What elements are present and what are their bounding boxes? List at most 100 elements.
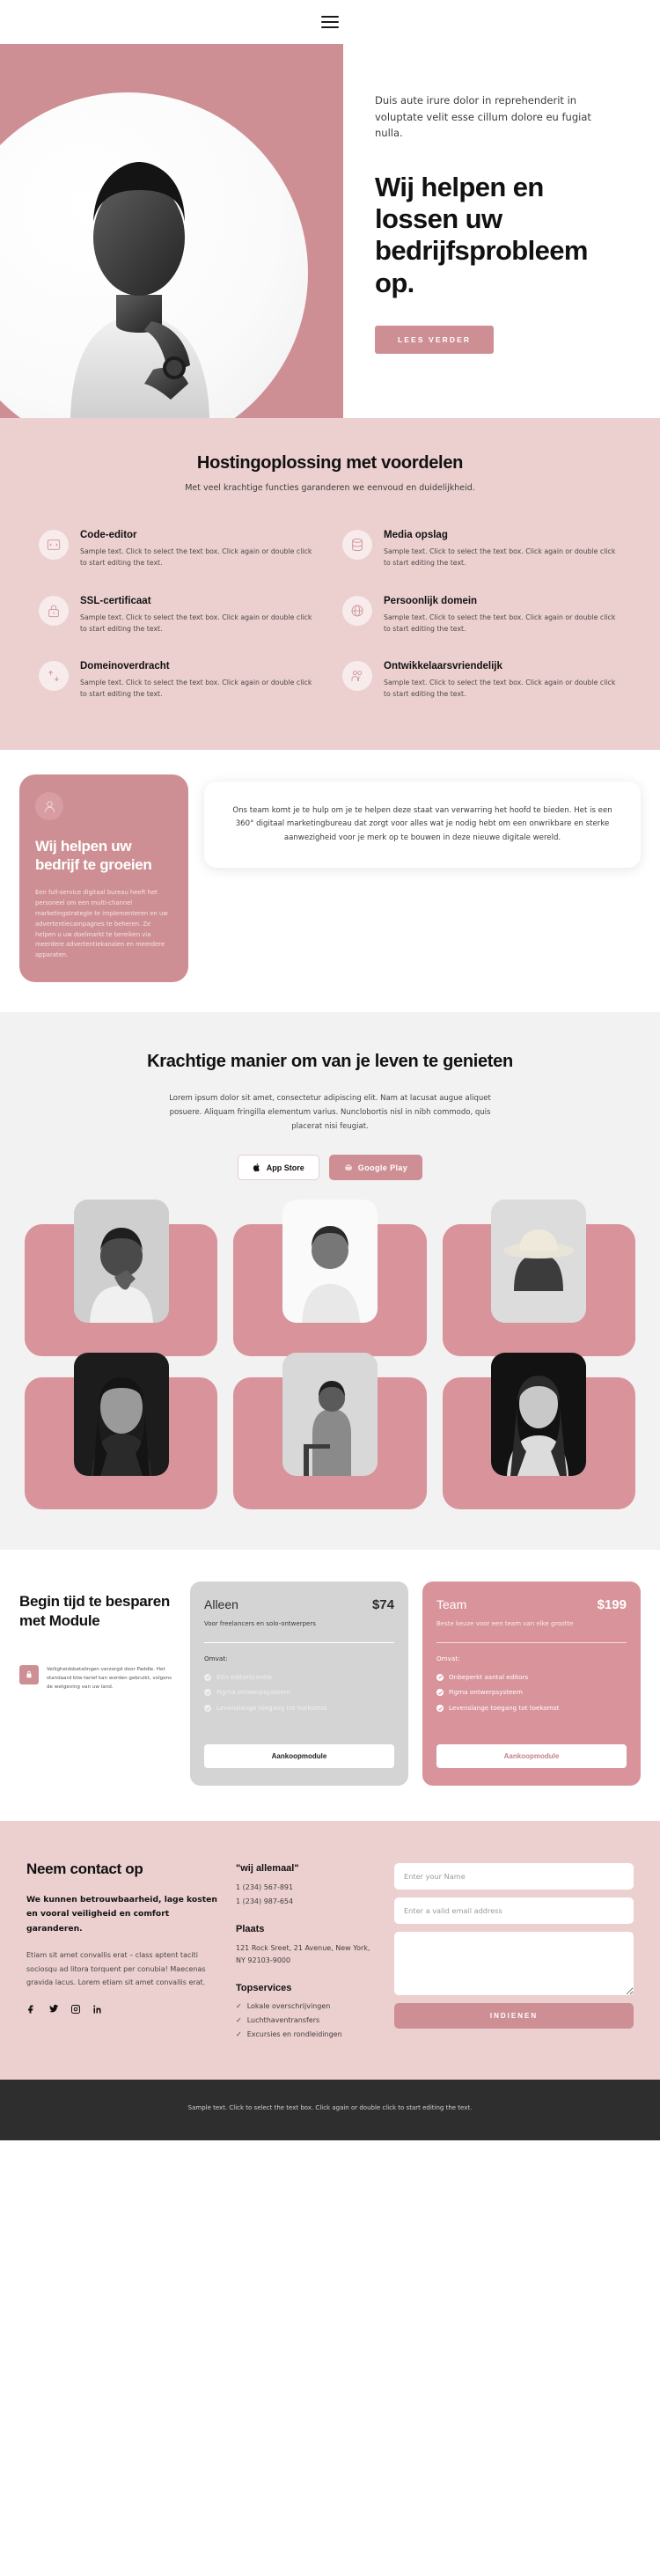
check-icon <box>204 1673 211 1681</box>
plan-purchase-button[interactable]: Aankoopmodule <box>204 1744 394 1769</box>
team-member-card[interactable]: Nina Hudson Ontwerper <box>25 1353 218 1510</box>
grow-card: Wij helpen uw bedrijf te groeien Een ful… <box>19 774 188 983</box>
apple-icon <box>253 1163 260 1172</box>
plan-feature-label: Onbeperkt aantal editors <box>449 1672 529 1681</box>
code-icon <box>39 530 69 560</box>
social-links <box>26 2004 218 2015</box>
grow-title: Wij helpen uw bedrijf te groeien <box>35 838 152 873</box>
divider <box>436 1641 627 1643</box>
plan-includes-label: Omvat: <box>436 1654 460 1662</box>
plan-feature: Figma ontwerpsysteem <box>204 1688 394 1698</box>
user-avatar-icon <box>35 792 63 821</box>
facebook-icon[interactable] <box>26 2004 37 2015</box>
plan-purchase-button[interactable]: Aankoopmodule <box>436 1744 627 1769</box>
app-store-label: App Store <box>266 1163 304 1172</box>
team-member-card[interactable]: Adam Jonson Ontwikkelaar <box>25 1200 218 1357</box>
feature-body: Sample text. Click to select the text bo… <box>384 679 616 699</box>
feature-item[interactable]: Media opslag Sample text. Click to selec… <box>342 530 621 569</box>
plan-feature-label: Levenslange toegang tot toekomst <box>216 1704 327 1713</box>
check-icon <box>436 1673 444 1681</box>
hero-portrait-photo <box>19 106 257 418</box>
feature-title: SSL-certificaat <box>80 595 151 606</box>
twitter-icon[interactable] <box>48 2004 59 2015</box>
check-icon <box>436 1689 444 1697</box>
plan-price: $199 <box>597 1597 627 1613</box>
team-member-card[interactable]: Trouw met Hudson Ontwerper <box>442 1200 635 1357</box>
address-text: 121 Rock Sreet, 21 Avenue, New York, NY … <box>236 1944 370 1965</box>
person-photo-icon <box>491 1353 587 1477</box>
lock-icon <box>39 595 69 626</box>
plan-header: Team $199 <box>436 1597 627 1612</box>
message-field[interactable] <box>394 1932 634 1996</box>
phone-number-1[interactable]: 1 (234) 567-891 <box>236 1882 377 1894</box>
feature-title: Ontwikkelaarsvriendelijk <box>384 661 502 672</box>
feature-body: Sample text. Click to select the text bo… <box>80 547 312 567</box>
email-field[interactable] <box>394 1897 634 1925</box>
service-item: ✓ Excursies en rondleidingen <box>236 2029 377 2040</box>
enjoy-title: Krachtige manier om van je leven te geni… <box>147 1052 513 1072</box>
team-member-card[interactable]: Nicole Scavo Manager <box>442 1353 635 1510</box>
feature-item[interactable]: Code-editor Sample text. Click to select… <box>39 530 318 569</box>
avatar <box>73 1200 169 1324</box>
hero-cta-button[interactable]: Lees verder <box>375 325 495 354</box>
pricing-intro: Begin tijd te besparen met Module Veilig… <box>19 1582 176 1692</box>
features-subtitle: Met veel krachtige functies garanderen w… <box>185 483 475 493</box>
hamburger-menu-icon[interactable] <box>321 16 339 28</box>
instagram-icon[interactable] <box>70 2004 81 2015</box>
globe-icon <box>342 595 372 626</box>
avatar <box>282 1200 378 1324</box>
hero-headline: Wij helpen en lossen uw bedrijfsprobleem… <box>375 171 589 298</box>
feature-title: Persoonlijk domein <box>384 595 478 606</box>
grow-quote-card: Ons team komt je te hulp om je te helpen… <box>204 782 641 869</box>
person-photo-icon <box>282 1200 378 1324</box>
service-label: Excursies en rondleidingen <box>246 2029 342 2038</box>
plan-feature-label: Levenslange toegang tot toekomst <box>449 1704 560 1713</box>
grow-quote-text: Ons team komt je te hulp om je te helpen… <box>232 806 612 842</box>
transfer-icon <box>39 661 69 692</box>
bottom-bar: Sample text. Click to select the text bo… <box>0 2080 660 2140</box>
name-field[interactable] <box>394 1863 634 1890</box>
feature-item[interactable]: Persoonlijk domein Sample text. Click to… <box>342 595 621 635</box>
features-section: Hostingoplossing met voordelen Met veel … <box>0 418 660 751</box>
grow-section: Wij helpen uw bedrijf te groeien Een ful… <box>0 750 660 1013</box>
feature-title: Media opslag <box>384 530 448 540</box>
services-title: Topservices <box>236 1983 292 1994</box>
landing-page: Duis aute irure dolor in reprehenderit i… <box>0 0 660 2140</box>
enjoy-section: Krachtige manier om van je leven te geni… <box>0 1012 660 1216</box>
feature-body: Sample text. Click to select the text bo… <box>384 547 616 567</box>
contact-title: Neem contact op <box>26 1860 143 1878</box>
pricing-title: Begin tijd te besparen met Module <box>19 1593 170 1629</box>
grow-body: Een full-service digitaal bureau heeft h… <box>35 888 168 959</box>
avatar <box>282 1353 378 1477</box>
submit-button[interactable]: Indienen <box>394 2003 634 2029</box>
hero-lead-text: Duis aute irure dolor in reprehenderit i… <box>375 94 591 140</box>
plan-feature: Levenslange toegang tot toekomst <box>204 1704 394 1714</box>
users-icon <box>342 661 372 692</box>
feature-item[interactable]: Ontwikkelaarsvriendelijk Sample text. Cl… <box>342 661 621 701</box>
feature-title: Domeinoverdracht <box>80 661 170 672</box>
feature-item[interactable]: SSL-certificaat Sample text. Click to se… <box>39 595 318 635</box>
feature-title: Code-editor <box>80 530 137 540</box>
phone-number-2[interactable]: 1 (234) 987-654 <box>236 1896 377 1908</box>
contact-details-column: "wij allemaal" 1 (234) 567-891 1 (234) 9… <box>236 1860 377 2039</box>
avatar <box>73 1353 169 1477</box>
plan-name: Team <box>436 1597 467 1612</box>
team-member-card[interactable]: Margo Larson Manager <box>233 1353 427 1510</box>
google-play-button[interactable]: Google Play <box>328 1155 423 1181</box>
team-member-card[interactable]: Linda Larson Manager <box>233 1200 427 1357</box>
features-title: Hostingoplossing met voordelen <box>196 453 464 473</box>
feature-item[interactable]: Domeinoverdracht Sample text. Click to s… <box>39 661 318 701</box>
check-mark-icon: ✓ <box>236 2015 242 2024</box>
app-store-button[interactable]: App Store <box>237 1155 319 1181</box>
service-item: ✓ Luchthaventransfers <box>236 2015 377 2026</box>
plan-feature-label: Figma ontwerpsysteem <box>216 1688 290 1697</box>
service-label: Lokale overschrijvingen <box>246 2002 331 2011</box>
hero-image-panel <box>0 44 343 418</box>
plan-header: Alleen $74 <box>204 1597 394 1612</box>
database-icon <box>342 530 372 560</box>
secure-payment-note: Veiligheidsbetalingen verzorgd door Padd… <box>19 1664 176 1692</box>
plan-price: $74 <box>371 1597 394 1613</box>
linkedin-icon[interactable] <box>92 2004 103 2015</box>
check-mark-icon: ✓ <box>236 2002 242 2011</box>
team-section: Adam Jonson Ontwikkelaar Linda Larson Ma… <box>0 1200 660 1551</box>
